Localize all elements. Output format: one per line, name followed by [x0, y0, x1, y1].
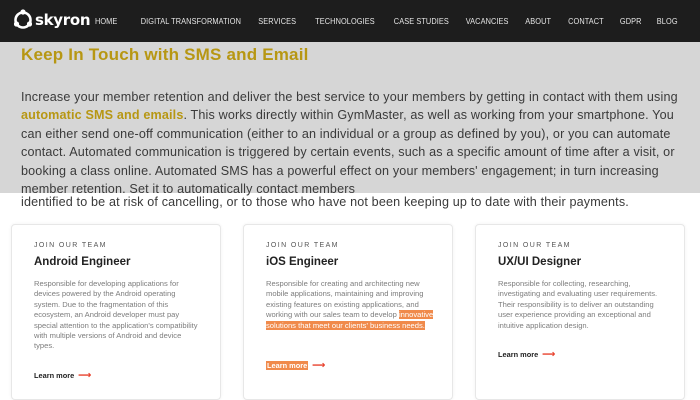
card-title: iOS Engineer	[266, 256, 339, 268]
card-description: Responsible for creating and architectin…	[266, 279, 434, 331]
learn-more-label: Learn more	[498, 350, 539, 359]
learn-more-link[interactable]: Learn more ⟶	[498, 349, 556, 360]
card-kicker: JOIN OUR TEAM	[498, 242, 571, 249]
learn-more-link[interactable]: Learn more ⟶	[266, 361, 325, 370]
nav-technologies[interactable]: TECHNOLOGIES	[315, 17, 375, 26]
nav-gdpr[interactable]: GDPR	[620, 17, 642, 26]
card-kicker: JOIN OUR TEAM	[34, 242, 107, 249]
right-arrow-icon: ⟶	[78, 370, 92, 380]
intro-paragraph: Increase your member retention and deliv…	[21, 88, 693, 198]
job-card-ios: JOIN OUR TEAM iOS Engineer Responsible f…	[243, 224, 453, 400]
card-title: UX/UI Designer	[498, 256, 582, 268]
card-kicker: JOIN OUR TEAM	[266, 242, 339, 249]
nav-home[interactable]: HOME	[95, 17, 117, 26]
intro-paragraph-tail: identified to be at risk of cancelling, …	[21, 195, 629, 209]
automatic-sms-link[interactable]: automatic SMS and emails	[21, 108, 183, 122]
nav-vacancies[interactable]: VACANCIES	[466, 17, 509, 26]
nav-contact[interactable]: CONTACT	[568, 17, 604, 26]
main-nav: HOME DIGITAL TRANSFORMATION SERVICES TEC…	[79, 0, 678, 42]
nav-blog[interactable]: BLOG	[657, 17, 678, 26]
learn-more-label: Learn more	[34, 371, 75, 380]
nav-services[interactable]: SERVICES	[258, 17, 296, 26]
job-card-ux-ui: JOIN OUR TEAM UX/UI Designer Responsible…	[475, 224, 685, 400]
intro-text-part-1: Increase your member retention and deliv…	[21, 90, 678, 104]
right-arrow-icon: ⟶	[542, 349, 556, 359]
intro-section: Keep In Touch with SMS and Email Increas…	[0, 42, 700, 196]
job-card-android: JOIN OUR TEAM Android Engineer Responsib…	[11, 224, 221, 400]
card-description: Responsible for collecting, researching,…	[498, 279, 658, 330]
skyron-logo-icon	[14, 9, 32, 29]
card-title: Android Engineer	[34, 256, 131, 268]
nav-digital-transformation[interactable]: DIGITAL TRANSFORMATION	[140, 17, 240, 26]
card-description: Responsible for developing applications …	[34, 279, 198, 351]
top-nav-bar: skyron HOME DIGITAL TRANSFORMATION SERVI…	[0, 0, 700, 42]
learn-more-link[interactable]: Learn more ⟶	[34, 370, 92, 381]
nav-about[interactable]: ABOUT	[525, 17, 551, 26]
learn-more-label: Learn more	[266, 361, 309, 370]
nav-case-studies[interactable]: CASE STUDIES	[393, 17, 448, 26]
section-title: Keep In Touch with SMS and Email	[21, 45, 309, 64]
right-arrow-icon: ⟶	[312, 360, 326, 370]
